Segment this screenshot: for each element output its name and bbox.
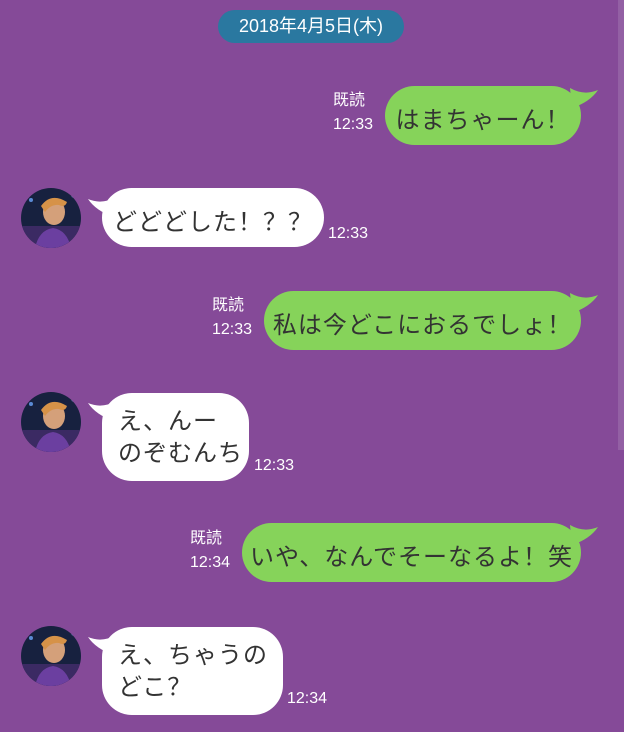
message-text: 私は今どこにおるでしょ！ xyxy=(272,311,573,339)
bubble-tail-icon xyxy=(570,88,598,108)
incoming-message-bubble[interactable]: え、ちゃうの どこ？ xyxy=(102,627,283,715)
message-time: 12:34 xyxy=(190,554,231,571)
avatar-photo-icon xyxy=(21,626,81,686)
message-time: 12:34 xyxy=(287,690,328,707)
bubble-tail-icon xyxy=(570,525,598,545)
contact-avatar[interactable] xyxy=(21,392,81,452)
avatar-photo-icon xyxy=(21,188,81,248)
message-meta: 既読 12:33 xyxy=(333,89,373,137)
message-text: え、んー のぞむんち xyxy=(118,407,243,467)
scrollbar[interactable] xyxy=(618,0,624,450)
read-receipt: 既読 xyxy=(333,92,366,109)
message-time: 12:33 xyxy=(333,116,374,133)
message-text: どどどした！？？ xyxy=(113,208,313,236)
read-receipt: 既読 xyxy=(190,530,223,547)
avatar-photo-icon xyxy=(21,392,81,452)
date-separator: 2018年4月5日(木) xyxy=(218,10,404,43)
message-time: 12:33 xyxy=(212,321,253,338)
message-time: 12:33 xyxy=(328,225,369,242)
chat-view[interactable]: 2018年4月5日(木) 既読 12:33 はまちゃーん！ どどどした！？？ 1… xyxy=(0,0,624,732)
message-meta: 既読 12:33 xyxy=(212,294,252,342)
message-meta: 既読 12:34 xyxy=(190,527,230,575)
outgoing-message-bubble[interactable]: いや、なんでそーなるよ！笑 xyxy=(242,523,581,582)
incoming-message-bubble[interactable]: どどどした！？？ xyxy=(102,188,324,247)
read-receipt: 既読 xyxy=(212,297,245,314)
bubble-tail-icon xyxy=(570,293,598,313)
outgoing-message-bubble[interactable]: はまちゃーん！ xyxy=(385,86,581,145)
message-text: はまちゃーん！ xyxy=(395,106,571,134)
message-text: え、ちゃうの どこ？ xyxy=(118,641,268,701)
incoming-message-bubble[interactable]: え、んー のぞむんち xyxy=(102,393,249,481)
message-time: 12:33 xyxy=(254,457,295,474)
contact-avatar[interactable] xyxy=(21,188,81,248)
contact-avatar[interactable] xyxy=(21,626,81,686)
message-text: いや、なんでそーなるよ！笑 xyxy=(249,543,574,571)
outgoing-message-bubble[interactable]: 私は今どこにおるでしょ！ xyxy=(264,291,581,350)
